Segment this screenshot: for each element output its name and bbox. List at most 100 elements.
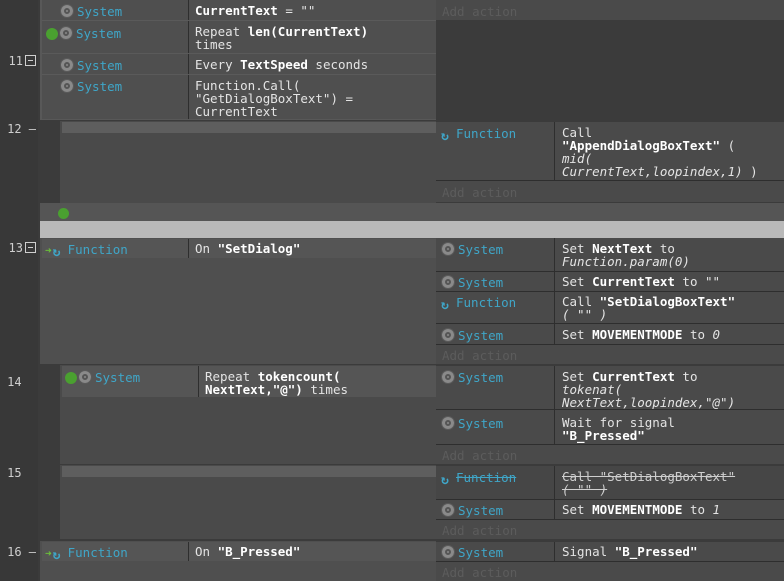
action-row[interactable]: System Set MOVEMENTMODE to 0 (436, 324, 784, 344)
action-row[interactable]: System Set MOVEMENTMODE to 1 (436, 500, 784, 519)
event-12-conditions[interactable] (60, 121, 436, 203)
divider (554, 324, 555, 344)
event-number[interactable]: 11 (0, 54, 36, 68)
function-icon: ↻ (441, 473, 449, 488)
condition-text: Function.Call("GetDialogBoxText") = Curre… (195, 78, 354, 119)
action-object: ↻ Function (441, 295, 517, 313)
condition-text: Every TextSpeed seconds (195, 57, 369, 72)
action-row[interactable]: System Signal "B_Pressed" (436, 542, 784, 561)
condition-text: Repeat len(CurrentText) times (195, 24, 369, 52)
condition-text: On "B_Pressed" (195, 544, 301, 559)
condition-text: CurrentText = "" (195, 3, 316, 18)
add-action-link[interactable]: Add action (442, 565, 517, 580)
divider (554, 410, 555, 444)
condition-object: System (65, 370, 140, 385)
action-object: System (441, 545, 503, 560)
gear-icon (441, 545, 455, 559)
condition-object: System (46, 26, 121, 41)
action-row[interactable]: System Set CurrentText to "" (436, 272, 784, 291)
action-object: System (441, 242, 503, 257)
gear-icon (60, 4, 74, 18)
add-action-link[interactable]: Add action (442, 4, 517, 19)
condition-row[interactable]: System Function.Call("GetDialogBoxText")… (42, 75, 436, 119)
add-action-row[interactable]: Add action (436, 181, 784, 202)
action-object: System (441, 370, 503, 385)
gear-icon (441, 416, 455, 430)
comment-row[interactable] (40, 221, 784, 238)
gear-icon (441, 275, 455, 289)
gear-icon (441, 242, 455, 256)
divider (188, 54, 189, 74)
condition-row[interactable]: System Every TextSpeed seconds (42, 54, 436, 74)
condition-object: ➜↻ Function (45, 545, 128, 563)
add-action-link[interactable]: Add action (442, 448, 517, 463)
action-row[interactable]: System Wait for signal "B_Pressed" (436, 410, 784, 444)
add-action-row[interactable]: Add action (436, 345, 784, 364)
add-action-row[interactable]: Add action (436, 445, 784, 464)
action-text: Set CurrentText to tokenat(NextText,loopi… (562, 369, 736, 410)
action-object: ↻ Function (441, 470, 517, 488)
divider (188, 239, 189, 258)
event-number[interactable]: 14 (0, 375, 36, 389)
add-action-link[interactable]: Add action (442, 185, 517, 200)
trigger-arrow-icon: ➜ (45, 244, 52, 257)
collapse-icon[interactable] (25, 55, 36, 66)
add-action-link[interactable]: Add action (442, 348, 517, 363)
action-row[interactable]: System Set CurrentText to tokenat(NextTex… (436, 366, 784, 409)
divider (554, 292, 555, 323)
event-number[interactable]: 16 — (0, 545, 36, 559)
condition-row[interactable]: ➜↻ Function On "SetDialog" (42, 239, 436, 260)
event-number[interactable]: 12 — (0, 122, 36, 136)
event-number[interactable]: 15 (0, 466, 36, 480)
condition-row[interactable]: System Repeat tokencount(NextText,"@") t… (62, 366, 436, 397)
divider (554, 238, 555, 271)
condition-object: System (60, 4, 122, 19)
action-object: System (441, 416, 503, 431)
action-row[interactable]: ↻ Function Call "SetDialogBoxText"( "" ) (436, 292, 784, 323)
action-object: System (441, 503, 503, 518)
action-text: Set MOVEMENTMODE to 1 (562, 502, 721, 517)
add-action-row[interactable]: Add action (436, 562, 784, 581)
event-11-actions-empty[interactable] (436, 20, 784, 120)
divider (198, 366, 199, 397)
event-number[interactable]: 13 (0, 241, 36, 255)
divider (188, 542, 189, 561)
divider (554, 272, 555, 291)
divider (554, 122, 555, 180)
condition-object: ➜↻ Function (45, 242, 128, 260)
action-text: Signal "B_Pressed" (562, 544, 698, 559)
condition-text: On "SetDialog" (195, 241, 301, 256)
add-action-link[interactable]: Add action (442, 523, 517, 538)
event-10-actions[interactable]: Add action (436, 0, 784, 20)
condition-row[interactable]: ➜↻ Function On "B_Pressed" (42, 542, 436, 563)
global-variable (58, 205, 93, 220)
action-row[interactable]: ↻ Function Call "AppendDialogBoxText" (mid… (436, 122, 784, 180)
action-text: Wait for signal "B_Pressed" (562, 415, 675, 443)
function-icon: ↻ (52, 245, 61, 260)
add-action-row[interactable]: Add action (436, 520, 784, 539)
divider (188, 0, 189, 20)
condition-object: System (60, 58, 122, 73)
empty-condition[interactable] (62, 466, 436, 477)
action-text: Call "AppendDialogBoxText" (mid(CurrentTe… (562, 125, 758, 179)
trigger-arrow-icon: ➜ (45, 547, 52, 560)
loop-icon (65, 372, 77, 384)
action-text: Set CurrentText to "" (562, 274, 721, 289)
divider (554, 542, 555, 561)
gear-icon (59, 26, 73, 40)
line-number-gutter (0, 0, 38, 581)
function-icon: ↻ (441, 298, 449, 313)
action-object: System (441, 328, 503, 343)
gear-icon (60, 58, 74, 72)
divider (554, 466, 555, 499)
divider (188, 75, 189, 119)
variable-icon (58, 208, 69, 219)
empty-condition[interactable] (62, 122, 436, 133)
global-variable-row[interactable] (40, 203, 784, 221)
action-row[interactable]: System Set NextText to Function.param(0) (436, 238, 784, 271)
condition-row[interactable]: System CurrentText = "" (42, 0, 436, 20)
gear-icon (60, 79, 74, 93)
action-row-disabled[interactable]: ↻ Function Call "SetDialogBoxText"( "" ) (436, 466, 784, 499)
collapse-icon[interactable] (25, 242, 36, 253)
condition-row[interactable]: System Repeat len(CurrentText) times (42, 21, 436, 53)
